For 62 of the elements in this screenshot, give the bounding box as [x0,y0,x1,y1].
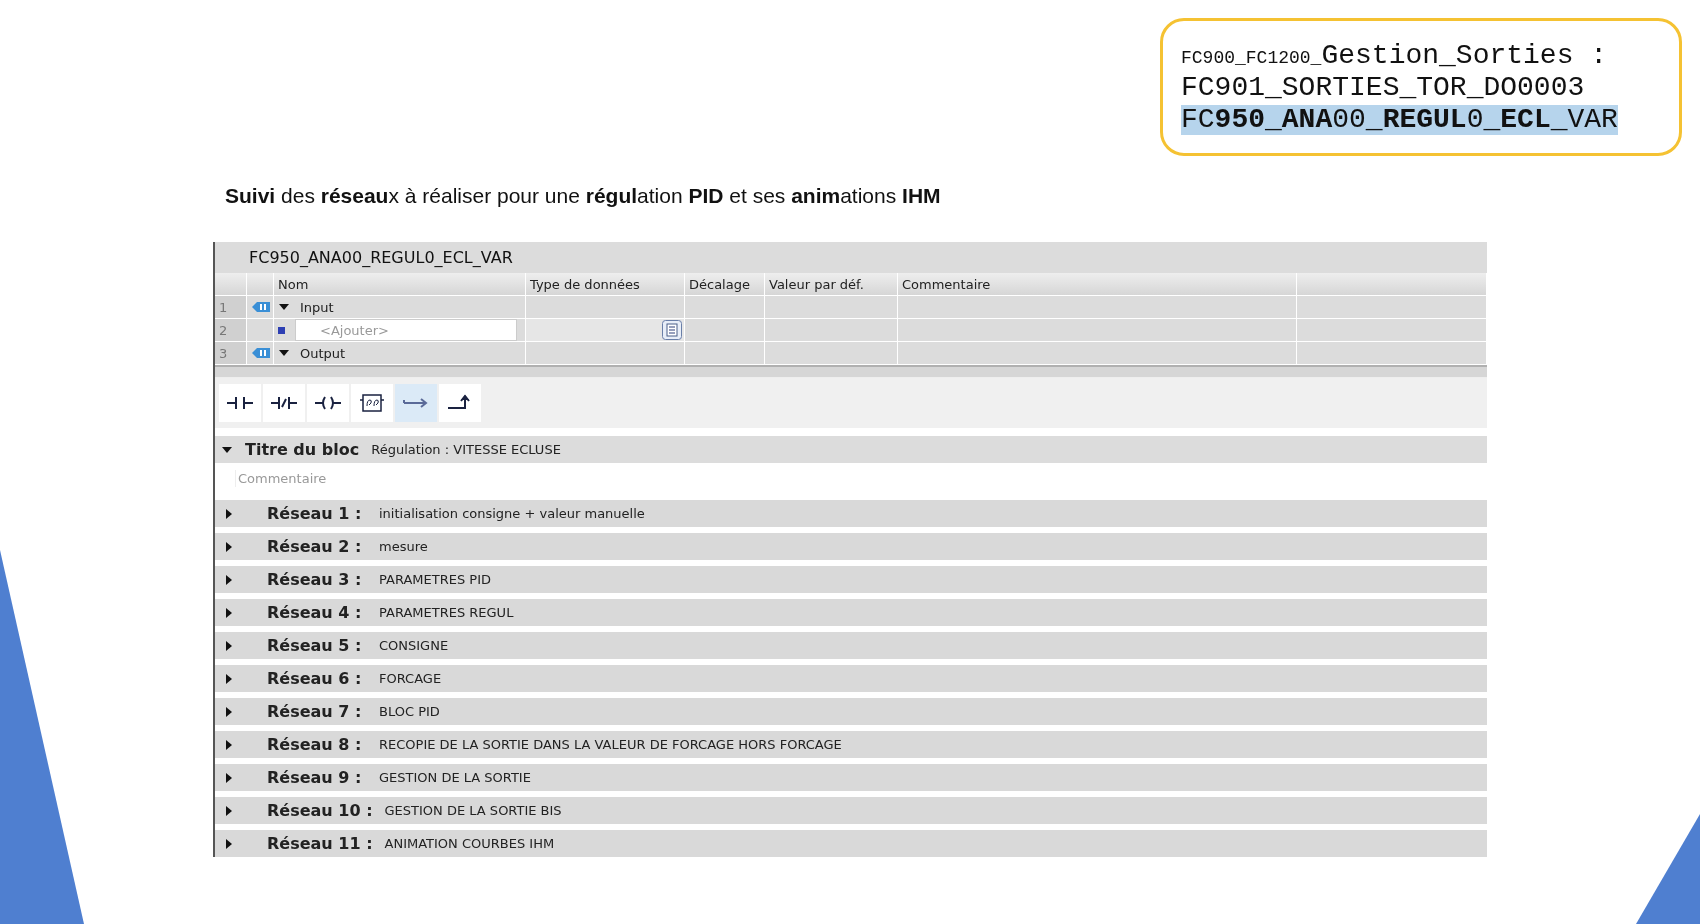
network-header[interactable]: Réseau 4 : PARAMETRES REGUL [215,599,1487,626]
network-label: Réseau 1 : [267,504,363,523]
list-icon[interactable] [662,320,682,340]
toolbar-button[interactable] [307,384,349,422]
network-header[interactable]: Réseau 9 : GESTION DE LA SORTIE [215,764,1487,791]
network-label: Réseau 3 : [267,570,363,589]
network-header[interactable]: Réseau 7 : BLOC PID [215,698,1487,725]
network-header[interactable]: Réseau 5 : CONSIGNE [215,632,1487,659]
network-label: Réseau 6 : [267,669,363,688]
network-header[interactable]: Réseau 8 : RECOPIE DE LA SORTIE DANS LA VALEUR DE FORCAGE HORS FORCAGE [215,731,1487,758]
network-label: Réseau 11 : [267,834,374,853]
toolbar-button[interactable] [351,384,393,422]
row-number: 3 [215,342,247,365]
network-title: BLOC PID [379,704,440,719]
column-header: Commentaire [898,273,1297,296]
column-header: Nom [274,273,526,296]
row-name: Input [300,299,334,315]
network-label: Réseau 9 : [267,768,363,787]
box-icon [357,392,387,414]
network-title: initialisation consigne + valeur manuelle [379,506,645,521]
callout-text: FC901_SORTIES_TOR_DO0003 [1181,73,1585,103]
add-field[interactable]: <Ajouter> [295,319,517,341]
network-title: ANIMATION COURBES IHM [384,836,555,851]
callout-text: FC900_FC1200_ [1181,48,1322,68]
network-header[interactable]: Réseau 3 : PARAMETRES PID [215,566,1487,593]
column-header: Valeur par déf. [765,273,898,296]
network-title: mesure [379,539,428,554]
network-title: FORCAGE [379,671,442,686]
network-title: PARAMETRES REGUL [379,605,514,620]
network-label: Réseau 10 : [267,801,374,820]
block-title: FC950_ANA00_REGUL0_ECL_VAR [215,242,1487,273]
network-header[interactable]: Réseau 10 : GESTION DE LA SORTIE BIS [215,797,1487,824]
interface-icon [251,301,271,313]
toolbar-button[interactable] [219,384,261,422]
toolbar-button[interactable] [439,384,481,422]
network-title: RECOPIE DE LA SORTIE DANS LA VALEUR DE FORCAGE HORS FORCAGE [379,737,842,752]
square-icon [278,326,285,334]
column-header: Type de données [526,273,685,296]
network-header[interactable]: Réseau 6 : FORCAGE [215,665,1487,692]
network-label: Réseau 5 : [267,636,363,655]
row-name: Output [300,345,346,361]
network-label: Réseau 4 : [267,603,363,622]
network-label: Réseau 8 : [267,735,363,754]
row-number: 2 [215,319,247,342]
row-number: 1 [215,296,247,319]
network-title: PARAMETRES PID [379,572,491,587]
network-title: GESTION DE LA SORTIE BIS [384,803,562,818]
network-label: Réseau 2 : [267,537,363,556]
network-label: Réseau 7 : [267,702,363,721]
network-title: CONSIGNE [379,638,449,653]
callout-text: FC950_ANA00_REGUL0_ECL_VAR [1181,105,1618,135]
network-title: GESTION DE LA SORTIE [379,770,531,785]
block-title-value: Régulation : VITESSE ECLUSE [371,442,561,457]
interface-icon [251,347,271,359]
column-header: Décalage [685,273,765,296]
slide-headline: Suivi des réseaux à réaliser pour une régulation PID et ses animations IHM [225,184,942,208]
block-title-label: Titre du bloc [245,440,360,459]
callout-text: Gestion_Sorties : [1321,40,1608,71]
network-header[interactable]: Réseau 2 : mesure [215,533,1487,560]
toolbar-button[interactable] [263,384,305,422]
network-header[interactable]: Réseau 1 : initialisation consigne + valeur manuelle [215,500,1487,527]
network-header[interactable]: Réseau 11 : ANIMATION COURBES IHM [215,830,1487,857]
